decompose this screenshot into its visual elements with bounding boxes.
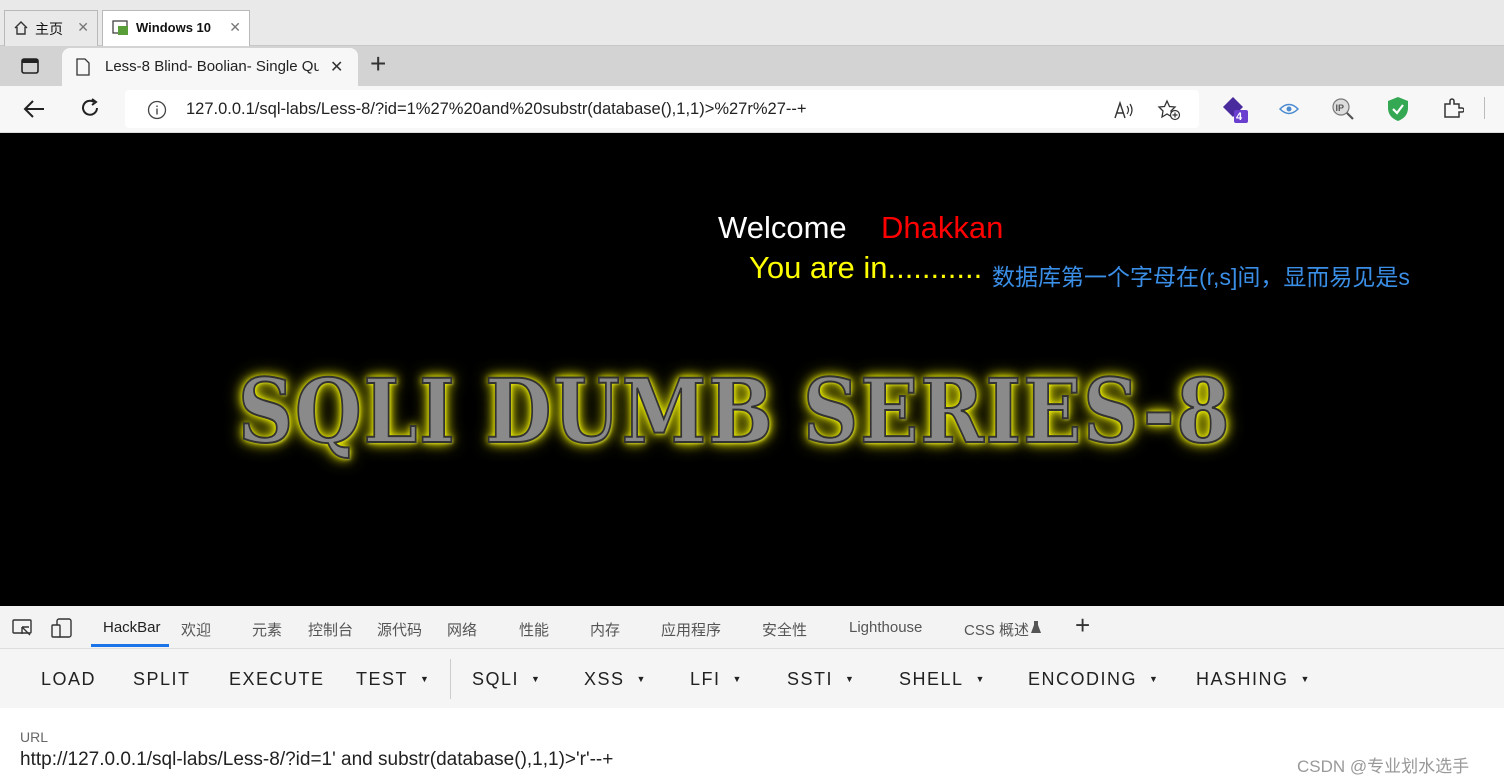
svg-text:IP: IP (1336, 103, 1345, 113)
caret-down-icon: ▼ (1149, 674, 1160, 684)
caret-down-icon: ▼ (975, 674, 986, 684)
hackbar-button-lfi[interactable]: LFI ▼ (690, 669, 743, 690)
hackbar-button-label: SQLI (472, 669, 520, 689)
vm-tab-windows10-label: Windows 10 (136, 20, 212, 35)
hackbar-button-execute[interactable]: EXECUTE (229, 669, 325, 690)
close-icon[interactable]: ✕ (229, 19, 241, 36)
browser-tab-active[interactable]: Less-8 Blind- Boolian- Single Qu ✕ (62, 48, 358, 86)
caret-down-icon: ▼ (845, 674, 856, 684)
caret-down-icon: ▼ (732, 674, 743, 684)
hackbar-button-label: SHELL (899, 669, 964, 689)
tab-network[interactable]: 网络 (447, 619, 477, 640)
hackbar-button-label: SSTI (787, 669, 834, 689)
vm-window-icon (112, 20, 130, 39)
caret-down-icon: ▼ (531, 674, 542, 684)
hackbar-button-test[interactable]: TEST ▼ (356, 669, 430, 690)
extension-badge: 4 (1236, 111, 1243, 123)
read-aloud-icon[interactable] (1113, 100, 1135, 125)
new-tab-button[interactable]: + (370, 48, 386, 80)
tab-security[interactable]: 安全性 (762, 619, 807, 640)
annotation-text: 数据库第一个字母在(r,s]间，显而易见是s (992, 264, 1410, 290)
hackbar-button-label: EXECUTE (229, 669, 325, 689)
caret-down-icon: ▼ (636, 674, 647, 684)
hackbar-button-label: LFI (690, 669, 721, 689)
welcome-text: Welcome (718, 210, 847, 245)
hackbar-button-shell[interactable]: SHELL ▼ (899, 669, 986, 690)
extensions-puzzle-icon[interactable] (1442, 97, 1465, 124)
hackbar-button-label: SPLIT (133, 669, 191, 689)
favorite-add-icon[interactable] (1157, 99, 1181, 126)
browser-tab-title: Less-8 Blind- Boolian- Single Qu (105, 58, 319, 75)
hackbar-toolbar: LOAD SPLIT EXECUTE TEST ▼ SQLI ▼ XSS ▼ LFI ▼… (0, 649, 1504, 708)
vm-tab-windows10[interactable]: Windows 10 ✕ (102, 10, 250, 46)
browser-tab-bar: Less-8 Blind- Boolian- Single Qu ✕ + (0, 46, 1504, 86)
toolbar-divider (1484, 97, 1485, 119)
tab-performance[interactable]: 性能 (519, 619, 549, 640)
hackbar-button-label: LOAD (41, 669, 97, 689)
hackbar-button-load[interactable]: LOAD (41, 669, 96, 690)
hackbar-button-label: ENCODING (1028, 669, 1138, 689)
caret-down-icon: ▼ (1300, 674, 1311, 684)
hackbar-button-label: TEST (356, 669, 409, 689)
close-icon[interactable]: ✕ (77, 19, 89, 36)
url-field-label: URL (20, 729, 49, 745)
login-status-text: You are in........... (749, 250, 983, 285)
tab-sources[interactable]: 源代码 (377, 619, 422, 640)
flask-icon (1030, 620, 1042, 638)
toolbar-divider (450, 659, 451, 699)
vm-tab-home-label: 主页 (35, 21, 63, 37)
device-emulation-icon[interactable] (51, 617, 73, 643)
watermark-text: CSDN @专业划水选手 (1297, 757, 1470, 776)
active-tab-indicator (91, 644, 169, 647)
url-box[interactable]: 127.0.0.1/sql-labs/Less-8/?id=1%27%20and… (125, 90, 1199, 128)
hackbar-button-label: HASHING (1196, 669, 1289, 689)
tab-actions-icon[interactable] (20, 56, 40, 81)
hackbar-button-ssti[interactable]: SSTI ▼ (787, 669, 855, 690)
vm-tab-strip: 主页 ✕ Windows 10 ✕ (0, 0, 1504, 46)
tab-hackbar[interactable]: HackBar (103, 619, 161, 636)
page-content: Welcome Dhakkan You are in........... 数据… (0, 133, 1504, 606)
eye-extension-icon[interactable] (1278, 102, 1300, 121)
back-arrow-icon[interactable] (22, 98, 46, 125)
tab-elements[interactable]: 元素 (252, 619, 282, 640)
hackbar-button-encoding[interactable]: ENCODING ▼ (1028, 669, 1159, 690)
caret-down-icon: ▼ (420, 674, 431, 684)
tab-console[interactable]: 控制台 (308, 619, 353, 640)
hackbar-button-hashing[interactable]: HASHING ▼ (1196, 669, 1311, 690)
user-name-text: Dhakkan (881, 210, 1004, 245)
series-banner: SQLI DUMB SERIES-8 (237, 359, 1232, 463)
tab-welcome[interactable]: 欢迎 (181, 619, 211, 640)
add-tab-button[interactable]: + (1075, 610, 1090, 641)
shield-icon[interactable] (1387, 96, 1409, 127)
hackbar-button-xss[interactable]: XSS ▼ (584, 669, 647, 690)
hackbar-button-sqli[interactable]: SQLI ▼ (472, 669, 541, 690)
url-text[interactable]: 127.0.0.1/sql-labs/Less-8/?id=1%27%20and… (186, 100, 807, 119)
hackbar-button-split[interactable]: SPLIT (133, 669, 191, 690)
hackbar-button-label: XSS (584, 669, 625, 689)
tab-memory[interactable]: 内存 (590, 619, 620, 640)
page-icon (76, 58, 90, 80)
tab-css-overview[interactable]: CSS 概述 (964, 619, 1029, 640)
home-icon (13, 20, 29, 39)
hackbar-url-section: URL http://127.0.0.1/sql-labs/Less-8/?id… (0, 708, 1504, 781)
close-icon[interactable]: ✕ (330, 57, 343, 77)
vm-tab-home[interactable]: 主页 ✕ (4, 10, 98, 46)
tab-lighthouse[interactable]: Lighthouse (849, 619, 922, 636)
info-icon[interactable] (147, 100, 167, 125)
devtools-tab-bar: HackBar 欢迎 元素 控制台 源代码 网络 性能 内存 应用程序 安全性 … (0, 606, 1504, 649)
tab-application[interactable]: 应用程序 (661, 619, 721, 640)
ip-extension-icon[interactable]: IP (1331, 97, 1355, 126)
refresh-icon[interactable] (79, 97, 101, 124)
url-field[interactable]: http://127.0.0.1/sql-labs/Less-8/?id=1' … (20, 749, 613, 771)
address-toolbar: 127.0.0.1/sql-labs/Less-8/?id=1%27%20and… (0, 86, 1504, 133)
inspect-icon[interactable] (12, 618, 34, 642)
